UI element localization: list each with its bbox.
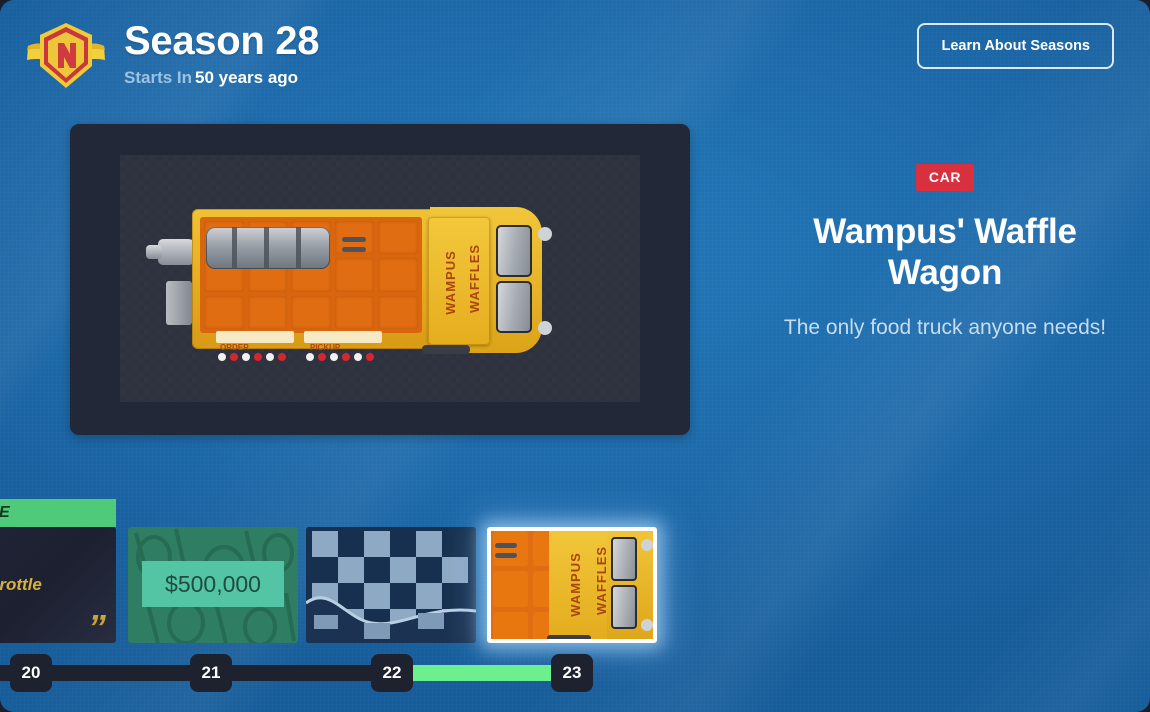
reward-card-cash-label: $500,000 <box>142 561 284 607</box>
level-node-21[interactable]: 21 <box>190 654 232 692</box>
winged-hexagon-badge-icon <box>22 18 110 94</box>
truck-side-grill-icon <box>166 281 192 325</box>
item-preview-panel: ORDER PICKUP WAMPUS WAFFLES <box>70 124 690 435</box>
item-info-block: CAR Wampus' Waffle Wagon The only food t… <box>760 164 1130 343</box>
preview-checker-backdrop: ORDER PICKUP WAMPUS WAFFLES <box>120 155 640 402</box>
truck-order-counter <box>216 331 294 343</box>
page-title: Season 28 <box>124 19 320 63</box>
starts-in-label: Starts In <box>124 68 193 87</box>
level-node-23[interactable]: 23 <box>551 654 593 692</box>
sign-line-wampus: WAMPUS <box>442 250 458 315</box>
season-countdown: Starts In 50 years ago <box>124 68 319 88</box>
free-tier-tag: FREE <box>0 499 116 527</box>
sign-line-waffles: WAFFLES <box>467 243 483 314</box>
rail-segment <box>52 665 192 681</box>
truck-mirror-icon <box>538 321 552 335</box>
reward-card-cash[interactable]: $500,000 <box>128 527 298 643</box>
rail-segment <box>232 665 373 681</box>
reward-card-selected[interactable]: WAMPUS WAFFLES <box>487 527 657 643</box>
rail-segment-complete <box>413 665 553 681</box>
truck-mirror-icon <box>538 227 552 241</box>
reward-card-quote-label: ull Throttle <box>0 575 42 594</box>
waffle-truck-artwork: ORDER PICKUP WAMPUS WAFFLES <box>146 205 572 361</box>
season-title-block: Season 28 Starts In 50 years ago <box>124 14 320 88</box>
truck-windshield-lower <box>496 281 532 333</box>
checkered-flag-icon <box>306 527 476 643</box>
level-node-22[interactable]: 22 <box>371 654 413 692</box>
quote-mark-icon: ” <box>88 607 106 643</box>
learn-about-seasons-button[interactable]: Learn About Seasons <box>917 23 1114 69</box>
season-pass-page: Season 28 Starts In 50 years ago Learn Ab… <box>0 0 1150 712</box>
selected-card-sign: WAMPUS WAFFLES <box>549 531 611 639</box>
truck-exhaust-tip-icon <box>146 245 162 259</box>
page-header: Season 28 Starts In 50 years ago Learn Ab… <box>0 0 1150 104</box>
reward-track: FREE ull Throttle ” $500,000 <box>0 476 1150 712</box>
reward-card-flag[interactable] <box>306 527 476 643</box>
item-description: The only food truck anyone needs! <box>783 315 1107 339</box>
reward-card-quote[interactable]: ull Throttle ” <box>0 527 116 643</box>
starts-in-value: 50 years ago <box>195 68 299 87</box>
truck-windshield-upper <box>496 225 532 277</box>
pickup-window-label: PICKUP <box>310 343 341 352</box>
item-name: Wampus' Waffle Wagon <box>813 212 1077 293</box>
level-node-20[interactable]: 20 <box>10 654 52 692</box>
truck-bumper <box>422 345 470 354</box>
truck-pickup-counter <box>304 331 382 343</box>
truck-pipe-icon <box>342 237 366 242</box>
truck-supercharger-icon <box>206 227 330 269</box>
selected-sign-line1: WAMPUS <box>567 552 583 617</box>
truck-pipe-icon <box>342 247 366 252</box>
truck-sign-board: WAMPUS WAFFLES <box>428 217 490 345</box>
item-category-badge: CAR <box>915 164 975 191</box>
order-window-label: ORDER <box>220 343 249 352</box>
season-brand: Season 28 Starts In 50 years ago <box>22 14 320 94</box>
